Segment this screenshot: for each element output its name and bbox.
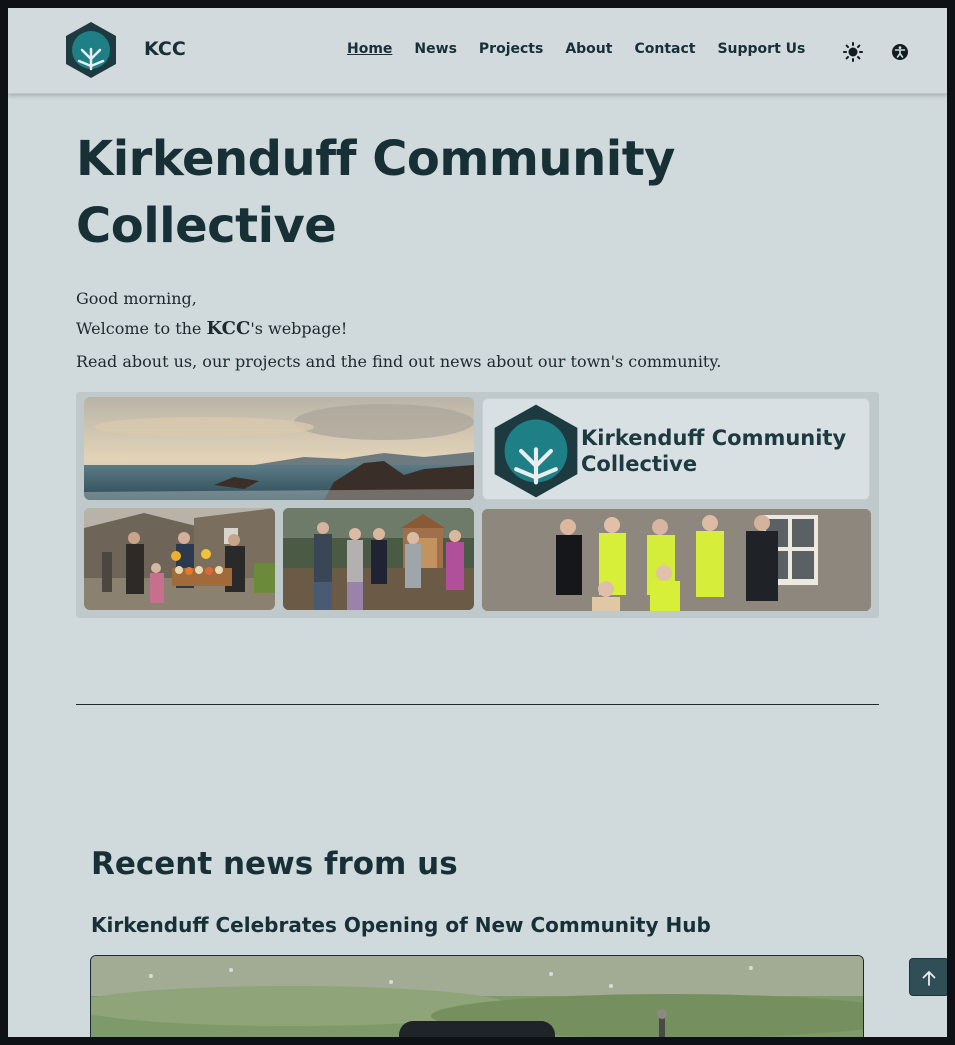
title-line-2: Collective — [76, 198, 337, 254]
kcc-logo-icon[interactable] — [65, 21, 117, 79]
welcome-strong: KCC — [206, 318, 251, 339]
nav-projects[interactable]: Projects — [479, 41, 543, 57]
welcome-text: Welcome to the KCC's webpage! — [76, 318, 347, 339]
intro-description: Read about us, our projects and the find… — [76, 352, 722, 371]
nav-news[interactable]: News — [414, 41, 456, 57]
photo-gallery: Kirkenduff Community Collective — [76, 392, 879, 618]
greeting-text: Good morning, — [76, 289, 197, 308]
market-photo — [84, 508, 275, 610]
nav-home[interactable]: Home — [347, 41, 392, 57]
accessibility-icon[interactable] — [890, 42, 910, 62]
nav-support-us[interactable]: Support Us — [717, 41, 805, 57]
arrow-up-icon — [922, 971, 936, 986]
logo-text-line-2: Collective — [581, 452, 698, 476]
nav-about[interactable]: About — [565, 41, 612, 57]
kcc-emblem-icon — [494, 404, 578, 498]
news-heading: Recent news from us — [91, 846, 458, 882]
page: KCC Home News Projects About Contact Sup… — [8, 8, 947, 1037]
logo-tile: Kirkenduff Community Collective — [482, 398, 870, 500]
news-article-title[interactable]: Kirkenduff Celebrates Opening of New Com… — [91, 913, 711, 937]
site-header: KCC Home News Projects About Contact Sup… — [8, 8, 947, 94]
logo-wordmark: Kirkenduff Community Collective — [581, 425, 846, 477]
logo-text-line-1: Kirkenduff Community — [581, 426, 847, 450]
brand-name[interactable]: KCC — [144, 38, 186, 60]
sun-icon[interactable] — [843, 42, 863, 62]
nav-contact[interactable]: Contact — [634, 41, 695, 57]
back-to-top-button[interactable] — [909, 958, 947, 996]
group-photo-garden — [283, 508, 474, 610]
title-line-1: Kirkenduff Community — [76, 131, 675, 187]
welcome-prefix: Welcome to the — [76, 319, 207, 338]
welcome-suffix: 's webpage! — [250, 319, 348, 338]
page-title: Kirkenduff Community Collective — [76, 126, 776, 260]
volunteers-photo — [482, 509, 871, 611]
section-divider — [76, 704, 879, 705]
bottom-toolbar[interactable] — [399, 1021, 555, 1037]
main-nav: Home News Projects About Contact Support… — [347, 41, 827, 57]
coastline-photo — [84, 397, 474, 500]
